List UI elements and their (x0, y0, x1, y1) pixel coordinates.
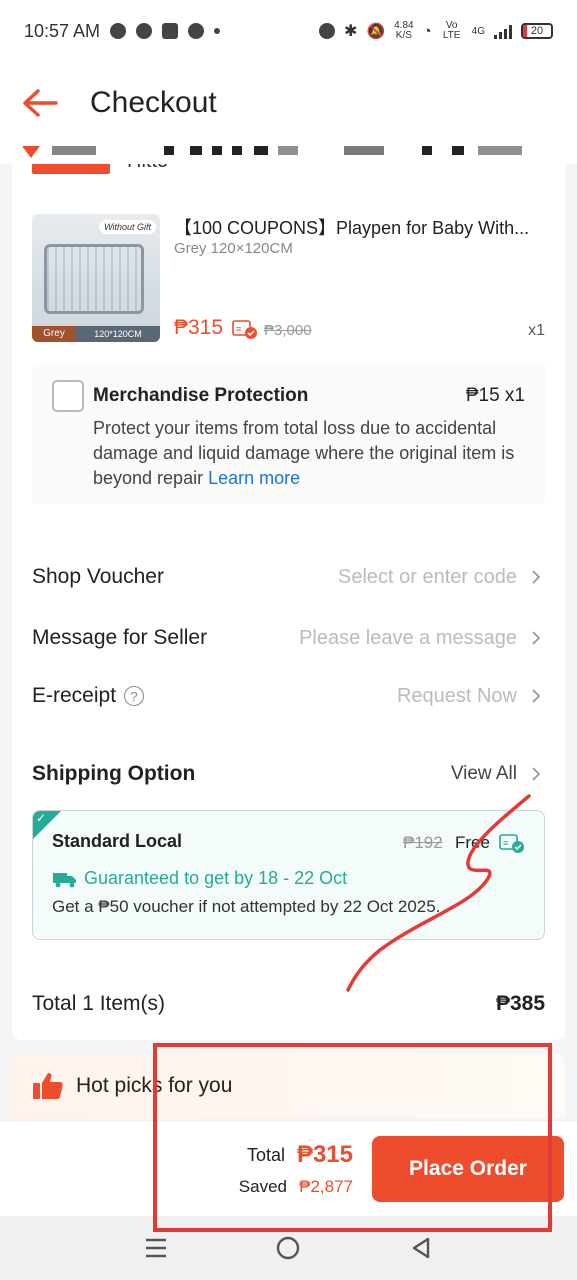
message-icon (110, 23, 127, 39)
chevron-right-icon (532, 631, 541, 645)
ereceipt-row[interactable]: E-receipt? Request Now (32, 676, 545, 716)
bluetooth-icon: ✱ (344, 23, 358, 40)
order-total-row: Total 1 Item(s) ₱385 (32, 984, 545, 1024)
total-value: ₱315 (296, 1141, 353, 1168)
svg-text:≡: ≡ (503, 838, 508, 848)
system-nav-bar (0, 1216, 577, 1280)
hot-picks-label: Hot picks for you (76, 1074, 233, 1097)
hot-picks-banner[interactable]: Hot picks for you (12, 1054, 565, 1118)
status-bar: 10:57 AM ✱ 🔕 4.84 K/S ◔ Vo LTE 4G 20 (0, 0, 577, 62)
thumbs-up-icon (33, 1073, 63, 1099)
home-icon[interactable] (273, 1233, 303, 1263)
location-pin-icon (22, 146, 40, 158)
image-tag: Without Gift (99, 220, 156, 234)
shipping-option-header[interactable]: Shipping Option View All (32, 754, 545, 794)
saved-label: Saved (238, 1177, 287, 1196)
shop-name: Hitto (127, 164, 168, 173)
shipping-original-fee: ₱192 (403, 833, 443, 852)
back-icon[interactable] (406, 1233, 436, 1263)
ereceipt-label: E-receipt? (32, 684, 145, 708)
chevron-right-icon (532, 689, 541, 703)
svg-text:≡: ≡ (236, 324, 241, 334)
coupon-icon: ≡ (232, 320, 257, 339)
back-arrow-icon[interactable] (20, 83, 60, 123)
page-title: Checkout (90, 86, 217, 119)
ereceipt-value: Request Now (396, 684, 517, 707)
product-quantity: x1 (528, 322, 545, 339)
help-icon[interactable]: ? (124, 686, 145, 707)
message-seller-row[interactable]: Message for Seller Please leave a messag… (32, 618, 545, 658)
view-all-link[interactable]: View All (451, 763, 517, 785)
shipping-voucher-icon: ≡ (499, 834, 524, 853)
recent-apps-icon[interactable] (141, 1233, 171, 1263)
battery-icon: 20 (521, 23, 553, 39)
net-speed: 4.84 K/S (394, 20, 414, 41)
app-icon (162, 23, 179, 39)
protection-checkbox[interactable] (52, 380, 84, 412)
image-size-label: 120*120CM (76, 326, 160, 342)
facebook-icon (188, 23, 205, 39)
product-title: 【100 COUPONS】Playpen for Baby With... (174, 218, 530, 238)
saved-value: ₱2,877 (299, 1177, 353, 1196)
more-dot-icon (214, 28, 221, 34)
shop-header: Hitto (32, 164, 232, 186)
shipping-option-card[interactable]: ✓ Standard Local ₱192 Free ≡ Guaranteed … (32, 810, 545, 940)
network-label: 4G (471, 25, 485, 37)
truck-icon (53, 872, 76, 887)
learn-more-link[interactable]: Learn more (208, 468, 300, 488)
shipping-option-title: Shipping Option (32, 762, 196, 785)
signal-icon (494, 23, 512, 39)
shipping-note: Get a ₱50 voucher if not attempted by 22… (52, 897, 441, 916)
order-total-value: ₱385 (495, 992, 545, 1015)
mall-badge (32, 164, 110, 174)
status-time: 10:57 AM (24, 20, 101, 41)
chevron-right-icon (532, 767, 541, 781)
volte-label: Vo LTE (442, 20, 461, 41)
wifi-icon: ◔ (422, 22, 432, 40)
chevron-right-icon (532, 570, 541, 584)
image-color-label: Grey (32, 326, 76, 342)
protection-price: ₱15 x1 (465, 385, 525, 406)
shop-voucher-placeholder: Select or enter code (338, 565, 517, 588)
order-total-label: Total 1 Item(s) (32, 992, 166, 1015)
total-label: Total (246, 1145, 285, 1165)
place-order-button[interactable]: Place Order (372, 1136, 564, 1202)
message-seller-label: Message for Seller (32, 626, 208, 649)
protection-title: Merchandise Protection (93, 385, 309, 406)
shop-voucher-row[interactable]: Shop Voucher Select or enter code (32, 557, 545, 597)
message-seller-placeholder: Please leave a message (299, 626, 517, 649)
merchandise-protection: Merchandise Protection ₱15 x1 Protect yo… (32, 364, 545, 504)
product-price: ₱315 (174, 316, 224, 339)
checkout-bottom-bar: Total ₱315 Saved ₱2,877 Place Order (0, 1120, 577, 1216)
header: Checkout (0, 62, 577, 144)
shop-voucher-label: Shop Voucher (32, 565, 164, 588)
product-item[interactable]: Without Gift Grey 120*120CM 【100 COUPONS… (32, 214, 545, 344)
check-icon: ✓ (36, 811, 47, 825)
alarm-clock-icon (319, 23, 336, 39)
product-variant: Grey 120×120CM (174, 240, 293, 257)
mute-icon: 🔕 (366, 23, 386, 40)
shipping-fee: Free (455, 833, 490, 852)
alarm-icon (136, 23, 153, 39)
order-card: Hitto Without Gift Grey 120*120CM 【100 C… (12, 164, 565, 1040)
shipping-guarantee: Guaranteed to get by 18 - 22 Oct (52, 868, 347, 889)
address-strip[interactable] (0, 138, 577, 164)
product-image: Without Gift Grey 120*120CM (32, 214, 160, 342)
product-original-price: ₱3,000 (264, 322, 312, 339)
protection-description: Protect your items from total loss due t… (93, 418, 515, 488)
shipping-name: Standard Local (52, 831, 183, 851)
